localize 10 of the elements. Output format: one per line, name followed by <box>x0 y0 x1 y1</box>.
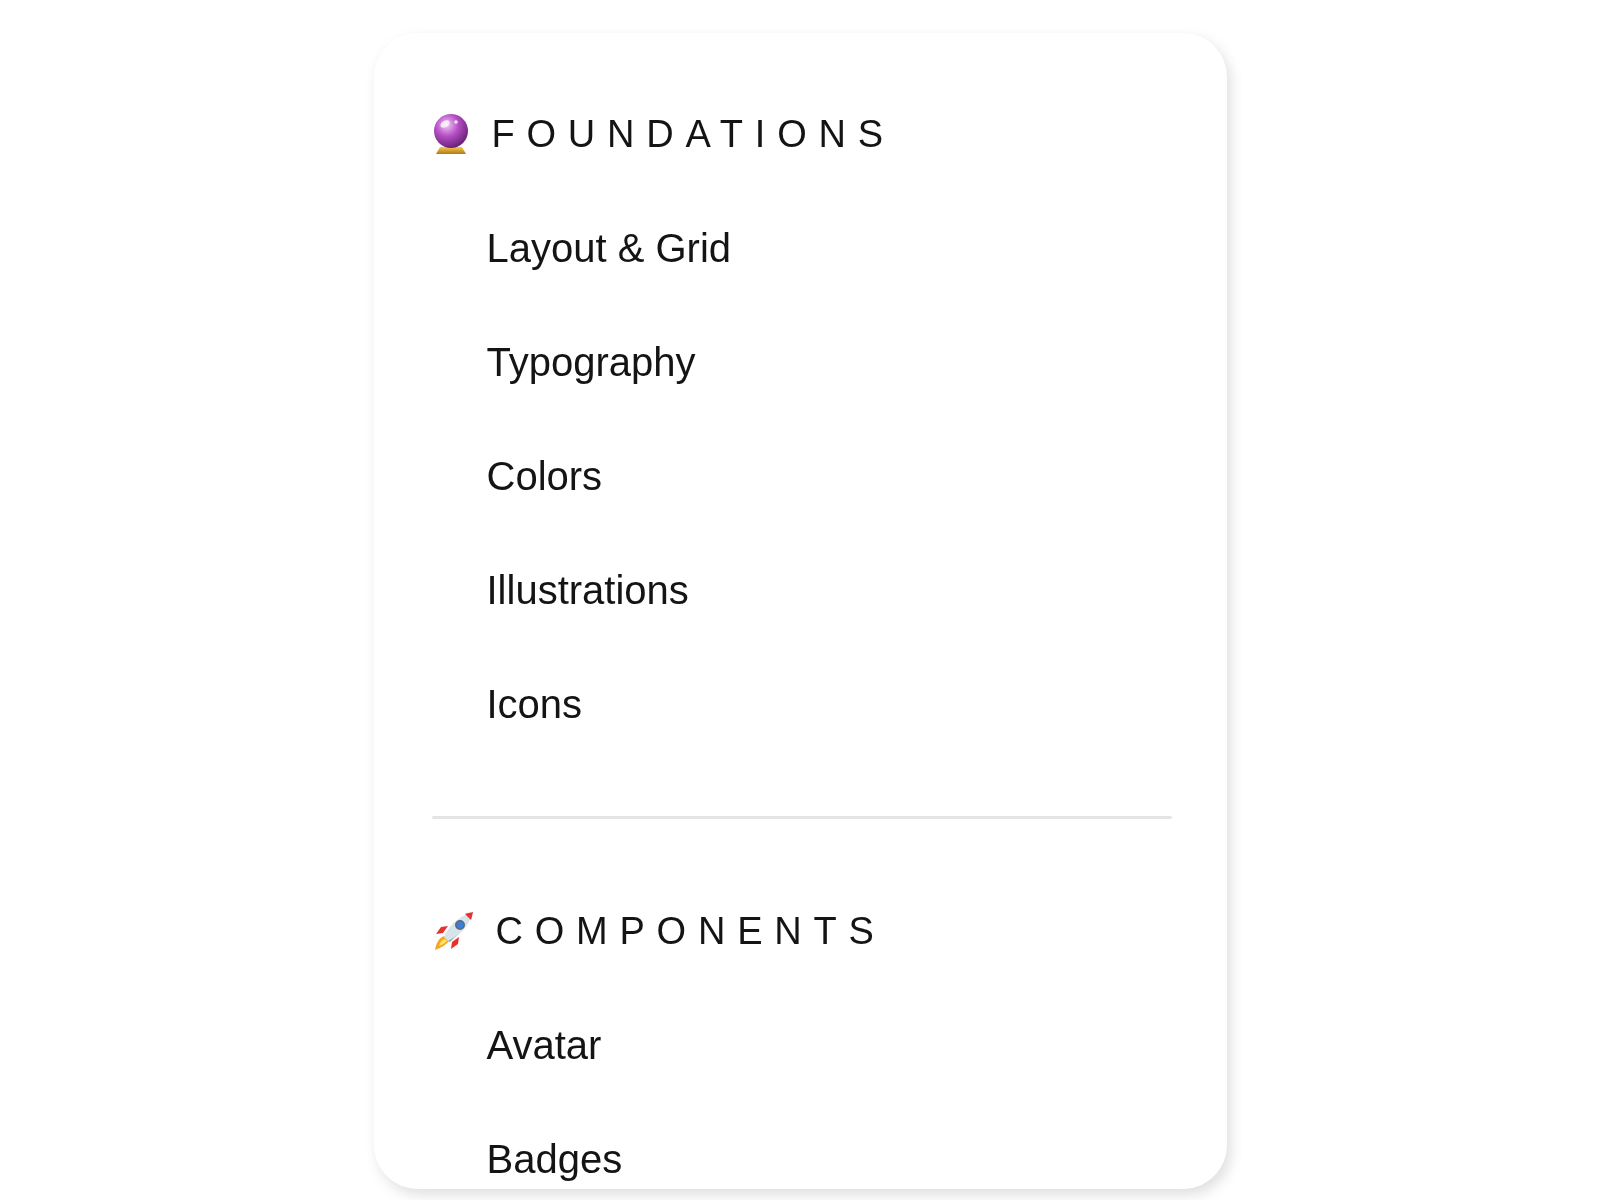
section-heading: FOUNDATIONS <box>491 112 895 157</box>
nav-item[interactable]: Colors <box>486 452 603 500</box>
nav-item[interactable]: Avatar <box>486 1021 602 1069</box>
nav-item[interactable]: Illustrations <box>486 566 689 614</box>
nav-item[interactable]: Badges <box>486 1135 623 1183</box>
crystal-ball-icon <box>431 114 470 154</box>
nav-item[interactable]: Icons <box>486 680 583 728</box>
nav-item[interactable]: Layout & Grid <box>486 224 732 272</box>
nav-item[interactable]: Typography <box>486 338 696 386</box>
section-heading: COMPONENTS <box>495 909 886 954</box>
